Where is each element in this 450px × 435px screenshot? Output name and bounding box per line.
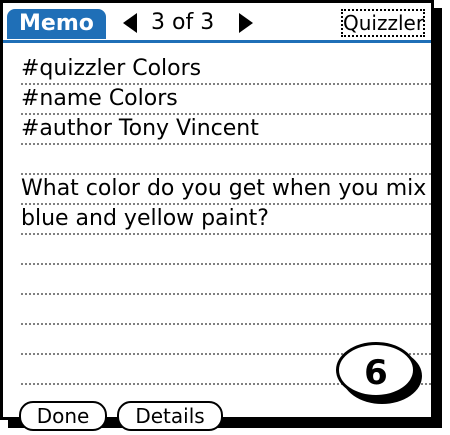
memo-line[interactable]: #quizzler Colors [21, 55, 431, 85]
title-bar: Memo 3 of 3 Quizzler [3, 3, 431, 43]
done-button[interactable]: Done [19, 401, 107, 431]
step-number-badge: 6 [336, 342, 416, 398]
memo-line[interactable] [21, 295, 431, 325]
details-button[interactable]: Details [117, 401, 223, 431]
memo-line[interactable] [21, 265, 431, 295]
category-selector[interactable]: Quizzler [341, 9, 425, 37]
memo-text-area[interactable]: #quizzler Colors #name Colors #author To… [21, 55, 431, 385]
memo-line[interactable] [21, 145, 431, 175]
memo-line[interactable]: #name Colors [21, 85, 431, 115]
memo-line[interactable]: #author Tony Vincent [21, 115, 431, 145]
page-indicator: 3 of 3 [151, 10, 215, 35]
next-memo-arrow-icon[interactable] [239, 13, 253, 33]
memo-line[interactable]: What color do you get when you mix [21, 175, 431, 205]
memo-line[interactable]: blue and yellow paint? [21, 205, 431, 235]
memo-line[interactable] [21, 235, 431, 265]
app-title-tab[interactable]: Memo [7, 9, 106, 39]
previous-memo-arrow-icon[interactable] [123, 13, 137, 33]
window-shadow [434, 8, 442, 428]
